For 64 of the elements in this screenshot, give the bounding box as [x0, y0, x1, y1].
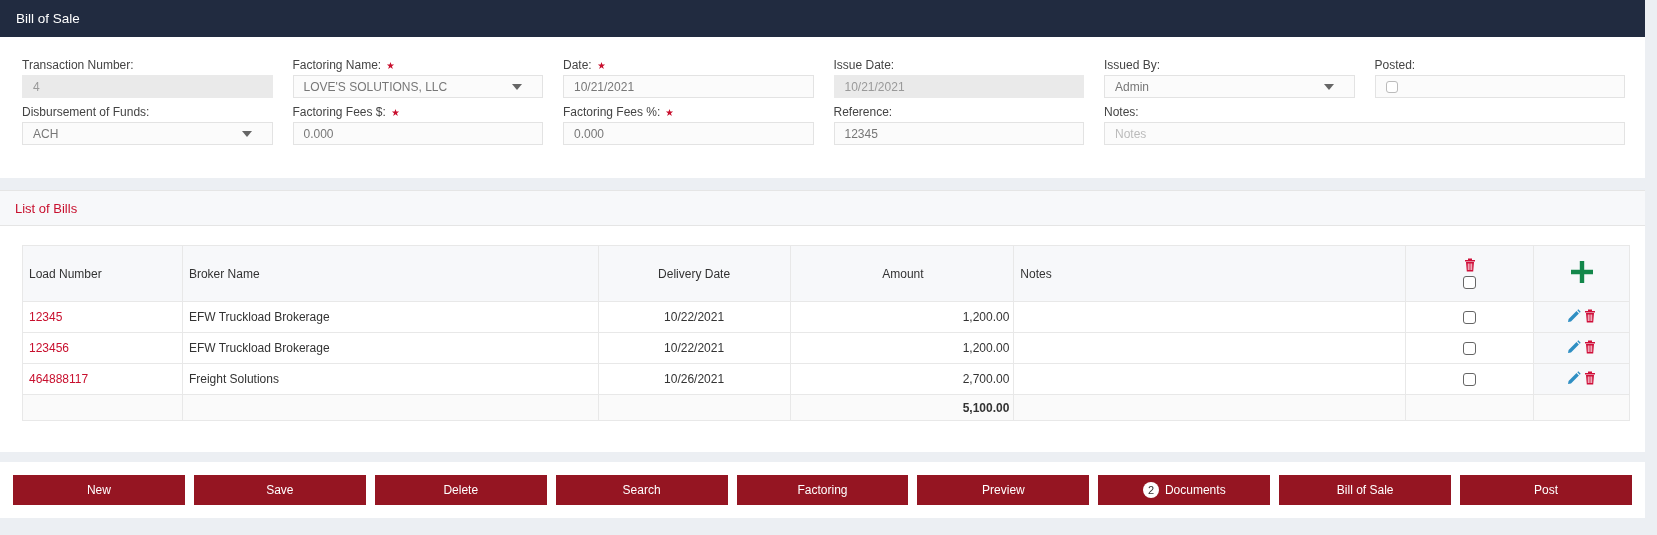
- field-label: Notes:: [1104, 105, 1139, 119]
- load-number-link[interactable]: 464888117: [29, 372, 89, 386]
- trash-icon[interactable]: [1584, 370, 1596, 385]
- checkbox[interactable]: [1463, 276, 1477, 289]
- field-label: Date:: [563, 58, 592, 72]
- plus-icon[interactable]: [1570, 261, 1593, 283]
- action-button[interactable]: Search: [555, 475, 728, 505]
- trash-icon[interactable]: [1584, 308, 1596, 323]
- field-label: Issue Date:: [833, 58, 895, 72]
- checkbox[interactable]: [1463, 373, 1477, 387]
- pencil-icon[interactable]: [1567, 370, 1581, 385]
- field-label: Transaction Number:: [22, 58, 134, 72]
- field-label: Factoring Name:: [292, 58, 382, 72]
- load-number-link[interactable]: 12345: [29, 310, 63, 324]
- caret-icon: [1323, 83, 1334, 90]
- checkbox[interactable]: [1463, 342, 1477, 356]
- action-button[interactable]: New: [13, 475, 185, 505]
- field-label: Factoring Fees %:: [563, 105, 661, 119]
- column-header: Notes: [1013, 245, 1406, 302]
- table-cell: 10/22/2021: [598, 332, 790, 364]
- table-cell: EFW Truckload Brokerage: [182, 332, 599, 364]
- column-header: Broker Name: [182, 245, 599, 302]
- checkbox[interactable]: [1385, 80, 1398, 93]
- caret-icon: [241, 130, 252, 137]
- select-field[interactable]: LOVE'S SOLUTIONS, LLC: [292, 75, 543, 98]
- pencil-icon[interactable]: [1567, 339, 1581, 354]
- action-button[interactable]: Delete: [374, 475, 547, 505]
- action-button[interactable]: Bill of Sale: [1279, 475, 1452, 505]
- table-cell: 2,700.00: [790, 363, 1014, 395]
- field-label: Posted:: [1374, 58, 1416, 72]
- count-badge: 2: [1142, 482, 1159, 498]
- input-field[interactable]: 10/21/2021: [563, 75, 814, 98]
- input-field[interactable]: 0.000: [563, 122, 814, 145]
- column-header: Delivery Date: [598, 245, 790, 302]
- field-label: Issued By:: [1104, 58, 1161, 72]
- action-button[interactable]: Post: [1460, 475, 1632, 505]
- table-cell: 10/26/2021: [598, 363, 790, 395]
- action-button[interactable]: Save: [193, 475, 366, 505]
- table-cell: 1,200.00: [790, 301, 1014, 333]
- caret-icon: [512, 83, 522, 90]
- trash-icon[interactable]: [1463, 258, 1476, 272]
- action-button[interactable]: Preview: [917, 475, 1090, 505]
- table-cell: 1,200.00: [790, 332, 1014, 364]
- table-cell: Freight Solutions: [182, 363, 599, 395]
- column-header: Load Number: [22, 245, 183, 302]
- panel-title: List of Bills: [15, 200, 78, 216]
- input-field[interactable]: 0.000: [292, 122, 543, 145]
- column-header: Amount: [790, 245, 1014, 302]
- field-label: Factoring Fees $:: [292, 105, 386, 119]
- select-field[interactable]: ACH: [22, 122, 273, 145]
- field-label: Disbursement of Funds:: [22, 105, 150, 119]
- field-label: Reference:: [833, 105, 893, 119]
- window-title: Bill of Sale: [16, 11, 80, 26]
- input-field[interactable]: 12345: [833, 122, 1084, 145]
- total-cell: 5,100.00: [790, 394, 1014, 421]
- select-field[interactable]: Admin: [1104, 75, 1355, 98]
- trash-icon[interactable]: [1584, 339, 1596, 354]
- load-number-link[interactable]: 123456: [29, 341, 70, 355]
- table-cell: 10/22/2021: [598, 301, 790, 333]
- table-cell: EFW Truckload Brokerage: [182, 301, 599, 333]
- pencil-icon[interactable]: [1567, 308, 1581, 323]
- checkbox[interactable]: [1463, 311, 1477, 325]
- action-button[interactable]: Factoring: [736, 475, 909, 505]
- documents-button[interactable]: 2 Documents: [1098, 475, 1271, 505]
